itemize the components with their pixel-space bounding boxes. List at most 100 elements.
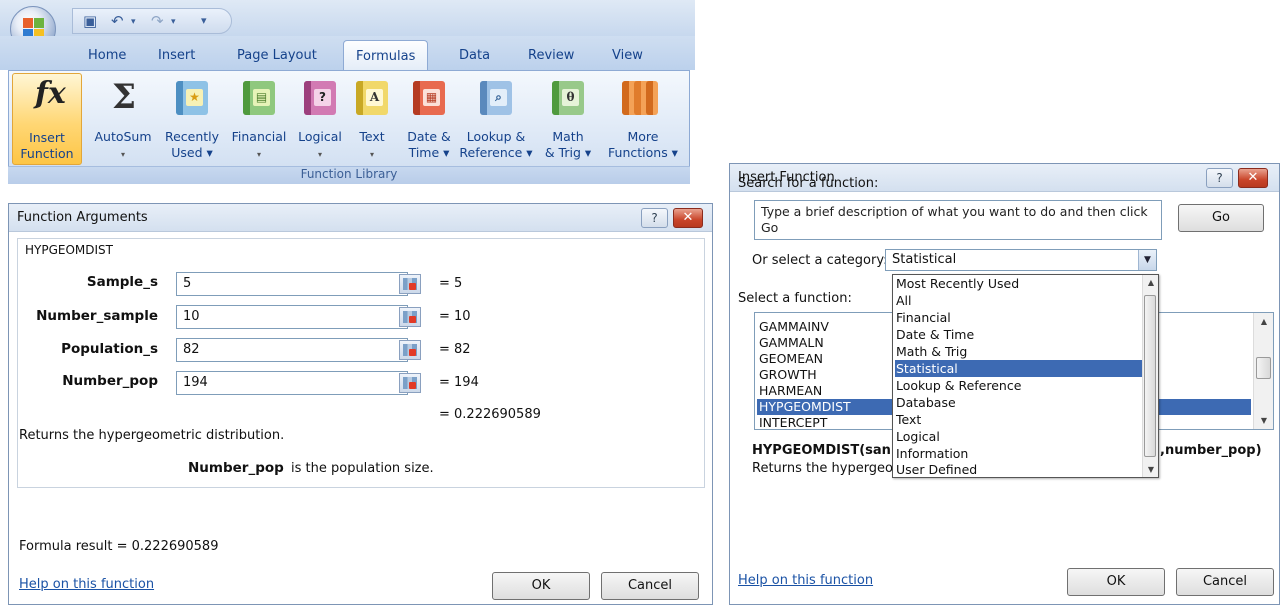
sample-s-input[interactable]: 5 <box>176 272 408 296</box>
close-icon[interactable]: ✕ <box>673 208 703 228</box>
redo-dropdown-icon[interactable]: ▾ <box>171 17 176 27</box>
chevron-down-icon[interactable]: ▼ <box>1138 250 1156 270</box>
text-dropdown-icon: ▾ <box>369 150 374 159</box>
scroll-up-icon[interactable]: ▲ <box>1143 278 1159 287</box>
help-icon[interactable]: ? <box>1206 168 1233 188</box>
insert-function-button[interactable]: fx Insert Function <box>12 73 82 165</box>
arg-label-population-s: Population_s <box>61 341 158 357</box>
category-option[interactable]: Database <box>895 394 956 411</box>
financial-button[interactable]: ▤ Financial ▾ <box>226 73 292 165</box>
collapse-dialog-icon[interactable] <box>399 274 421 294</box>
redo-icon[interactable]: ↷ <box>151 12 164 30</box>
category-select[interactable]: Statistical ▼ <box>885 249 1157 271</box>
list-item[interactable]: GAMMAINV <box>757 319 829 335</box>
arg-result-number-pop: = 194 <box>439 375 479 390</box>
collapse-dialog-icon[interactable] <box>399 340 421 360</box>
insert-function-label-2: Function <box>20 146 74 161</box>
function-description-partial: Returns the hypergeo <box>752 461 894 476</box>
text-button[interactable]: A Text ▾ <box>352 73 392 165</box>
function-signature-left: HYPGEOMDIST(san <box>752 443 891 458</box>
tab-formulas[interactable]: Formulas <box>343 40 429 70</box>
number-pop-input[interactable]: 194 <box>176 371 408 395</box>
lookup-reference-label-2: Reference ▾ <box>459 145 533 160</box>
logical-button[interactable]: ? Logical ▾ <box>293 73 347 165</box>
logical-label: Logical <box>298 129 342 144</box>
math-trig-button[interactable]: θ Math & Trig ▾ <box>536 73 600 165</box>
scroll-down-icon[interactable]: ▼ <box>1254 416 1274 425</box>
recently-used-button[interactable]: ★ Recently Used ▾ <box>164 73 220 165</box>
tab-insert[interactable]: Insert <box>158 48 195 63</box>
financial-label: Financial <box>231 129 287 144</box>
date-time-label-1: Date & <box>407 129 451 144</box>
category-option[interactable]: Date & Time <box>895 326 974 343</box>
search-for-function-label: Search for a function: <box>738 176 879 191</box>
category-option[interactable]: User Defined <box>895 461 977 478</box>
function-total-result: = 0.222690589 <box>439 407 541 422</box>
tab-page-layout[interactable]: Page Layout <box>237 48 317 63</box>
cancel-button[interactable]: Cancel <box>1176 568 1274 596</box>
list-item[interactable]: GAMMALN <box>757 335 824 351</box>
customize-qat-icon[interactable]: ▾ <box>201 14 207 27</box>
undo-icon[interactable]: ↶ <box>111 12 124 30</box>
ok-button[interactable]: OK <box>492 572 590 600</box>
quick-access-toolbar: ▣ ↶ ▾ ↷ ▾ ▾ <box>72 8 232 34</box>
list-item[interactable]: GROWTH <box>757 367 817 383</box>
scroll-up-icon[interactable]: ▲ <box>1254 317 1274 326</box>
scrollbar-thumb[interactable] <box>1144 295 1156 457</box>
function-list-scrollbar[interactable]: ▲ ▼ <box>1253 313 1273 429</box>
function-arguments-dialog: Function Arguments ? ✕ HYPGEOMDIST Sampl… <box>8 203 713 605</box>
tab-data[interactable]: Data <box>459 48 490 63</box>
collapse-dialog-icon[interactable] <box>399 373 421 393</box>
category-option[interactable]: All <box>895 292 912 309</box>
ok-button[interactable]: OK <box>1067 568 1165 596</box>
more-functions-label-1: More <box>627 129 659 144</box>
search-input[interactable]: Type a brief description of what you wan… <box>754 200 1162 240</box>
arg-label-sample-s: Sample_s <box>86 274 158 290</box>
help-on-function-link[interactable]: Help on this function <box>738 573 873 588</box>
arg-help-text: is the population size. <box>291 461 434 476</box>
arg-result-sample-s: = 5 <box>439 276 463 291</box>
category-option[interactable]: Text <box>895 411 921 428</box>
category-option-selected[interactable]: Statistical <box>895 360 1143 377</box>
category-dropdown-list[interactable]: Most Recently Used All Financial Date & … <box>892 274 1159 478</box>
tab-view[interactable]: View <box>612 48 643 63</box>
category-option[interactable]: Most Recently Used <box>895 275 1019 292</box>
more-functions-books-icon <box>622 81 658 115</box>
financial-book-icon: ▤ <box>243 81 275 115</box>
category-option[interactable]: Lookup & Reference <box>895 377 1021 394</box>
category-option[interactable]: Logical <box>895 428 940 445</box>
function-description: Returns the hypergeometric distribution. <box>19 428 285 443</box>
scrollbar-thumb[interactable] <box>1256 357 1271 379</box>
lookup-reference-button[interactable]: ⌕ Lookup & Reference ▾ <box>458 73 534 165</box>
population-s-input[interactable]: 82 <box>176 338 408 362</box>
lookup-reference-book-icon: ⌕ <box>480 81 512 115</box>
function-name-legend: HYPGEOMDIST <box>25 243 113 257</box>
category-option[interactable]: Information <box>895 445 968 462</box>
tab-review[interactable]: Review <box>528 48 574 63</box>
category-option[interactable]: Financial <box>895 309 951 326</box>
autosum-button[interactable]: Σ AutoSum ▾ <box>92 73 154 165</box>
collapse-dialog-icon[interactable] <box>399 307 421 327</box>
more-functions-button[interactable]: More Functions ▾ <box>602 73 684 165</box>
function-signature-right: ,number_pop) <box>1160 443 1262 458</box>
help-on-function-link[interactable]: Help on this function <box>19 577 154 592</box>
list-item[interactable]: INTERCEPT <box>757 415 827 431</box>
text-book-icon: A <box>356 81 388 115</box>
tab-home[interactable]: Home <box>88 48 126 63</box>
list-item[interactable]: HARMEAN <box>757 383 822 399</box>
undo-dropdown-icon[interactable]: ▾ <box>131 17 136 27</box>
date-time-button[interactable]: ▦ Date & Time ▾ <box>402 73 456 165</box>
category-option[interactable]: Math & Trig <box>895 343 967 360</box>
list-item[interactable]: GEOMEAN <box>757 351 823 367</box>
number-sample-input[interactable]: 10 <box>176 305 408 329</box>
cancel-button[interactable]: Cancel <box>601 572 699 600</box>
category-dropdown-scrollbar[interactable]: ▲ ▼ <box>1142 275 1158 477</box>
close-icon[interactable]: ✕ <box>1238 168 1268 188</box>
recently-used-label-2: Used ▾ <box>171 145 213 160</box>
arguments-group: HYPGEOMDIST Sample_s 5 = 5 Number_sample… <box>17 238 705 488</box>
go-button[interactable]: Go <box>1178 204 1264 232</box>
help-icon[interactable]: ? <box>641 208 668 228</box>
scroll-down-icon[interactable]: ▼ <box>1143 465 1159 474</box>
save-icon[interactable]: ▣ <box>83 12 97 30</box>
arg-help-name: Number_pop <box>188 460 284 476</box>
